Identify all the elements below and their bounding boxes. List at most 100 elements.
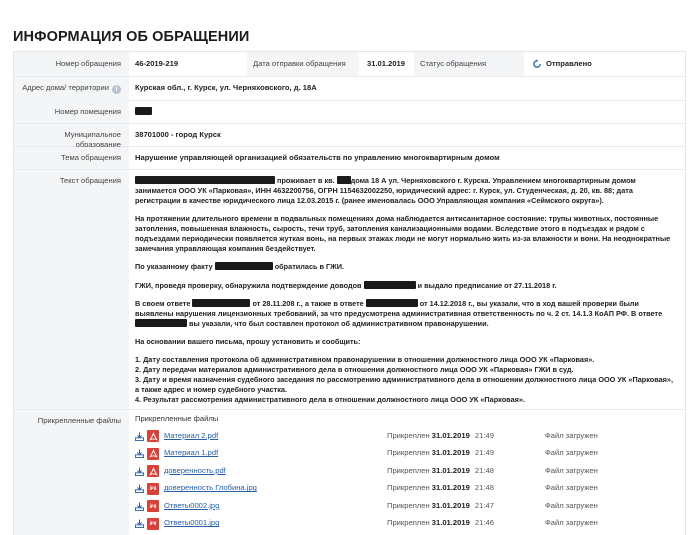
- p5-part-b: от 28.11.208 г., а также в ответе: [252, 298, 364, 308]
- attached-word: Прикреплен: [387, 483, 430, 493]
- municipality-value: 38701000 - город Курск: [135, 130, 221, 139]
- file-date: 31.01.2019: [431, 500, 470, 510]
- municipality-row: Муниципальное образование 38701000 - гор…: [14, 124, 685, 149]
- redacted-block: [135, 318, 187, 327]
- date-value: 31.01.2019: [367, 58, 406, 68]
- jpg-file-icon: jpg: [147, 482, 159, 495]
- room-value: [129, 101, 685, 123]
- redacted-block: [135, 176, 275, 184]
- list-item: 1. Дату составления протокола об админис…: [135, 354, 595, 364]
- file-link[interactable]: Материал 1.pdf: [164, 448, 218, 458]
- file-name-cell: jpg Ответы0001.jpg: [135, 517, 387, 530]
- file-attached-date: Прикреплен 31.01.2019 21:46: [387, 518, 545, 528]
- address-label-text: Адрес дома/ территории: [22, 83, 109, 92]
- file-date: 31.01.2019: [431, 518, 470, 528]
- appeal-text: проживает в кв. дома 18 А ул. Черняховск…: [129, 170, 685, 409]
- text-label: Текст обращения: [14, 170, 129, 409]
- pdf-file-icon: [147, 447, 159, 460]
- list-item: 4. Результат рассмотрения административн…: [135, 395, 525, 405]
- download-icon[interactable]: [135, 501, 147, 511]
- file-item: доверенность.pdf Прикреплен 31.01.2019 21…: [135, 462, 679, 480]
- jpg-file-icon: jpg: [147, 500, 159, 512]
- file-time: 21:47: [474, 500, 494, 510]
- text-row: Текст обращения проживает в кв. дома 18 …: [14, 170, 685, 410]
- p4-part-a: ГЖИ, проведя проверку, обнаружила подтве…: [135, 280, 362, 290]
- p1-part-a: проживает в кв.: [277, 176, 335, 185]
- files-panel: Прикрепленные файлы Материал 2.pdf Прикре…: [129, 410, 685, 535]
- file-name-cell: Материал 2.pdf: [135, 430, 387, 442]
- info-icon[interactable]: i: [112, 85, 121, 94]
- download-icon[interactable]: [135, 466, 147, 476]
- file-link[interactable]: Ответы0001.jpg: [164, 518, 219, 528]
- download-icon[interactable]: [135, 431, 147, 441]
- status-value: Отправлено: [524, 59, 592, 69]
- room-row: Номер помещения: [14, 101, 685, 124]
- municipality-label: Муниципальное образование: [14, 124, 129, 149]
- jpg-file-icon: jpg: [147, 517, 159, 530]
- file-status: Файл загружен: [545, 500, 598, 510]
- address-value: Курская обл., г. Курск, ул. Черняховског…: [135, 83, 317, 92]
- file-date: 31.01.2019: [431, 448, 470, 458]
- text-paragraph-1: проживает в кв. дома 18 А ул. Черняховск…: [135, 176, 679, 206]
- status-text: Отправлено: [546, 58, 592, 68]
- appeal-card: Номер обращения 46-2019-219 Дата отправк…: [13, 51, 686, 535]
- p5-part-d: вы указали, что был составлен протокол о…: [189, 318, 489, 328]
- file-status: Файл загружен: [545, 430, 598, 440]
- download-icon[interactable]: [135, 519, 147, 528]
- text-paragraph-4: ГЖИ, проведя проверку, обнаружила подтве…: [135, 280, 679, 291]
- file-name-cell: Материал 1.pdf: [135, 447, 387, 460]
- text-paragraph-2: На протяжении длительного времени в подв…: [135, 214, 671, 254]
- attached-word: Прикреплен: [387, 448, 430, 458]
- room-label: Номер помещения: [14, 101, 129, 123]
- file-item: jpg Ответы0002.jpg Прикреплен 31.01.2019 2…: [135, 497, 679, 515]
- file-attached-date: Прикреплен 31.01.2019 21:47: [387, 501, 545, 511]
- file-link[interactable]: доверенность Глобина.jpg: [164, 483, 257, 493]
- file-date: 31.01.2019: [431, 465, 470, 475]
- topic-row: Тема обращения Нарушение управляющей орг…: [14, 147, 685, 170]
- page-title: ИНФОРМАЦИЯ ОБ ОБРАЩЕНИИ: [13, 29, 250, 45]
- download-icon[interactable]: [135, 449, 147, 458]
- pdf-file-icon: [147, 430, 159, 442]
- list-item: 3. Дату и время назначения судебного зас…: [135, 374, 674, 394]
- status-label: Статус обращения: [414, 52, 524, 76]
- file-status: Файл загружен: [545, 448, 598, 458]
- file-time: 21:48: [474, 465, 494, 475]
- attached-word: Прикреплен: [387, 430, 430, 440]
- file-list: Материал 2.pdf Прикреплен 31.01.2019 21:4…: [135, 427, 679, 532]
- file-time: 21:49: [474, 448, 494, 458]
- file-status: Файл загружен: [545, 518, 598, 528]
- download-icon[interactable]: [135, 484, 147, 493]
- file-attached-date: Прикреплен 31.01.2019 21:48: [387, 483, 545, 493]
- attached-word: Прикреплен: [387, 465, 430, 475]
- file-link[interactable]: доверенность.pdf: [164, 466, 226, 476]
- p5-part-a: В своем ответе: [135, 298, 191, 308]
- p3-part-b: обратилась в ГЖИ.: [274, 262, 345, 272]
- files-row: Прикрепленные файлы Прикрепленные файлы …: [14, 410, 685, 535]
- file-link[interactable]: Материал 2.pdf: [164, 431, 218, 441]
- pdf-file-icon: [147, 465, 159, 477]
- date-label: Дата отправки обращения: [247, 52, 359, 76]
- topic-label: Тема обращения: [14, 147, 129, 169]
- file-item: Материал 2.pdf Прикреплен 31.01.2019 21:4…: [135, 427, 679, 445]
- topic-value: Нарушение управляющей организацией обяза…: [135, 153, 500, 162]
- file-time: 21:48: [474, 483, 494, 493]
- file-attached-date: Прикреплен 31.01.2019 21:49: [387, 448, 545, 458]
- file-link[interactable]: Ответы0002.jpg: [164, 501, 219, 511]
- file-status: Файл загружен: [545, 483, 598, 493]
- text-paragraph-5: В своем ответе от 28.11.208 г., а также …: [135, 298, 679, 329]
- file-name-cell: jpg доверенность Глобина.jpg: [135, 482, 387, 495]
- redacted-block: [365, 298, 418, 307]
- redacted-block: [135, 107, 152, 115]
- file-name-cell: jpg Ответы0002.jpg: [135, 500, 387, 512]
- file-attached-date: Прикреплен 31.01.2019 21:49: [387, 431, 545, 441]
- redacted-block: [336, 176, 351, 184]
- file-item: Материал 1.pdf Прикреплен 31.01.2019 21:4…: [135, 445, 679, 463]
- number-label: Номер обращения: [14, 52, 129, 76]
- attached-word: Прикреплен: [387, 518, 430, 528]
- files-label: Прикрепленные файлы: [14, 410, 129, 535]
- file-item: jpg доверенность Глобина.jpg Прикреплен 31…: [135, 480, 679, 498]
- page: ИНФОРМАЦИЯ ОБ ОБРАЩЕНИИ Номер обращения …: [0, 0, 700, 535]
- p4-part-b: и выдало предписание от 27.11.2018 г.: [417, 280, 557, 290]
- file-time: 21:46: [474, 518, 494, 528]
- number-value: 46-2019-219: [135, 58, 179, 68]
